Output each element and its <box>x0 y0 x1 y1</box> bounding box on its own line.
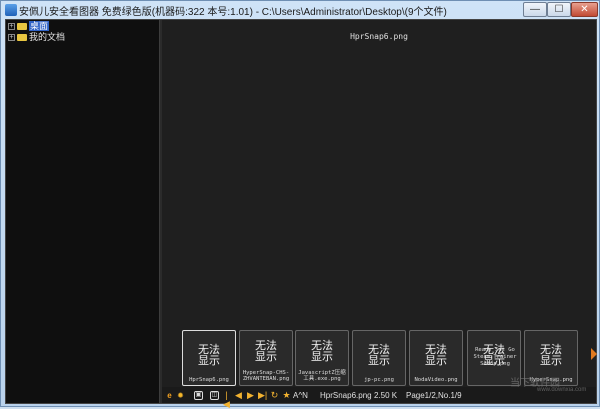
prev-icon[interactable]: ◀ <box>234 391 243 400</box>
thumb-text: 显示 <box>255 351 277 363</box>
last-icon[interactable]: ▶| <box>258 391 267 400</box>
thumb-caption: HyperSnap-CHS-ZHVANTEBAN.png <box>242 370 290 382</box>
scroll-right-arrow-icon[interactable] <box>591 348 597 360</box>
status-filename: HprSnap6.png <box>320 391 372 400</box>
thumb-text: 显示 <box>540 355 562 367</box>
thumb-text: 显示 <box>368 355 390 367</box>
current-filename: HprSnap6.png <box>350 32 408 41</box>
expand-icon[interactable]: + <box>8 23 15 31</box>
next-icon[interactable]: ▶ <box>246 391 255 400</box>
close-button[interactable]: ✕ <box>571 2 598 17</box>
tree-item-my-documents[interactable]: + 我的文档 <box>8 32 65 43</box>
star-icon[interactable]: ★ <box>282 391 291 400</box>
thumbnail[interactable]: 无法 显示 jp-pc.png <box>352 330 406 386</box>
folder-tree: + 桌面 + 我的文档 <box>6 20 159 403</box>
app-icon <box>5 4 17 16</box>
thumb-caption: JavascriptZ压缩工具.exe.png <box>298 370 346 382</box>
thumbnail[interactable]: 无法 显示 JavascriptZ压缩工具.exe.png <box>295 330 349 386</box>
folder-icon <box>17 34 27 42</box>
image-viewer[interactable]: HprSnap6.png 无法 显示 HprSnap6.png 无法 显示 Hy… <box>162 20 596 409</box>
tree-item-label: 我的文档 <box>29 32 66 42</box>
thumbnail[interactable]: 无法 显示 HprSnap6.png <box>182 330 236 386</box>
e-icon[interactable]: e <box>165 391 174 400</box>
maximize-button[interactable]: ☐ <box>547 2 571 17</box>
print-icon[interactable]: ▣ <box>194 391 203 400</box>
thumb-text: 显示 <box>425 355 447 367</box>
thumb-caption: Ready Set Go Steam Trainer Setup.png <box>473 347 517 367</box>
expand-icon[interactable]: + <box>8 34 15 42</box>
thumb-caption: NodaVideo.png <box>414 377 458 383</box>
thumb-caption: HprSnap6.png <box>189 377 229 383</box>
tree-item-label: 桌面 <box>29 21 50 31</box>
watermark-url: www.downxia.com <box>537 387 587 393</box>
status-bar: e ✹ ▣ ◫ |◀ ◀ ▶ ▶| ↻ ★ A^N HprSnap6.png 2… <box>162 387 596 409</box>
app-window: 安佩儿安全看图器 免费绿色版(机器码:322 本号:1.01) - C:\Use… <box>0 0 600 409</box>
thumbnail[interactable]: 无法 显示 NodaVideo.png <box>409 330 463 386</box>
rotate-icon[interactable]: ↻ <box>270 391 279 400</box>
main-frame: + 桌面 + 我的文档 HprSnap6.png 无法 显示 HprSnap6.pn… <box>5 19 597 409</box>
thumbnail[interactable]: 无法 显示 HyperSnap-CHS-ZHVANTEBAN.png <box>239 330 293 386</box>
tree-item-desktop[interactable]: + 桌面 <box>8 21 50 32</box>
prev-page-icon[interactable]: ◫ <box>210 391 219 400</box>
sort-label[interactable]: A^N <box>293 391 308 400</box>
minimize-button[interactable]: — <box>523 2 547 17</box>
title-bar[interactable]: 安佩儿安全看图器 免费绿色版(机器码:322 本号:1.01) - C:\Use… <box>1 1 599 19</box>
status-size: 2.50 K <box>374 391 398 400</box>
thumb-caption: jp-pc.png <box>364 377 394 383</box>
thumb-text: 显示 <box>311 351 333 363</box>
gear-icon[interactable]: ✹ <box>176 391 185 400</box>
folder-icon <box>17 23 27 31</box>
window-title: 安佩儿安全看图器 免费绿色版(机器码:322 本号:1.01) - C:\Use… <box>19 7 447 18</box>
thumb-text: 显示 <box>198 355 220 367</box>
status-page-info: Page1/2,No.1/9 <box>406 391 462 400</box>
first-icon[interactable]: |◀ <box>222 391 231 409</box>
